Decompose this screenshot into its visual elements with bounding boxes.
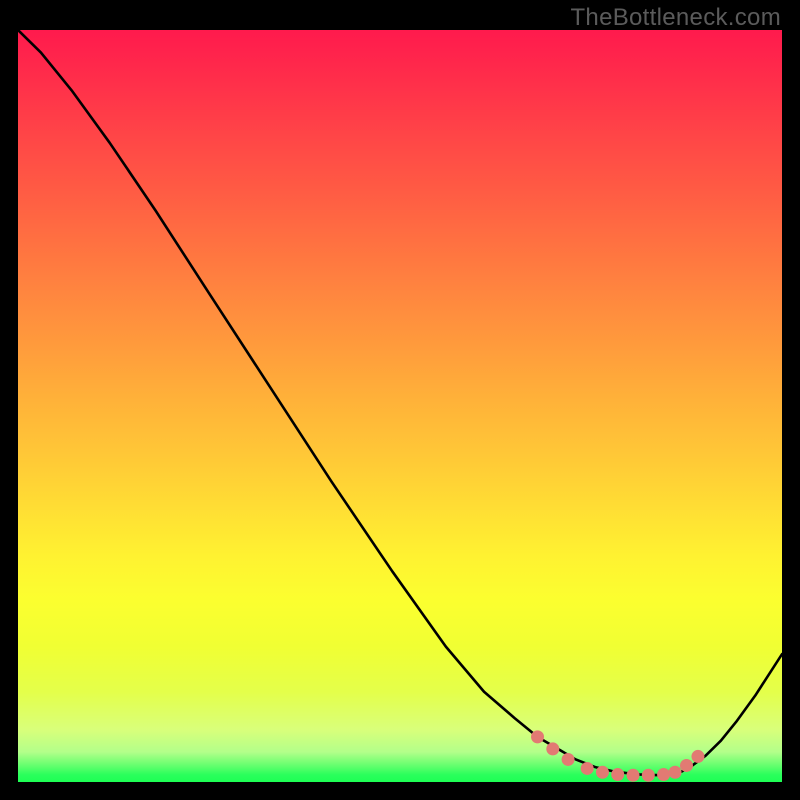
marker-group (531, 730, 704, 781)
marker-point (657, 768, 670, 781)
marker-point (691, 750, 704, 763)
marker-point (581, 762, 594, 775)
performance-curve (18, 30, 782, 775)
marker-point (642, 769, 655, 782)
watermark-text: TheBottleneck.com (570, 4, 781, 32)
marker-point (611, 768, 624, 781)
marker-point (546, 742, 559, 755)
marker-point (596, 766, 609, 779)
marker-point (669, 766, 682, 779)
marker-point (562, 753, 575, 766)
marker-point (531, 730, 544, 743)
marker-point (680, 759, 693, 772)
marker-point (627, 769, 640, 782)
gradient-plot-area (18, 30, 782, 782)
chart-svg (18, 30, 782, 782)
